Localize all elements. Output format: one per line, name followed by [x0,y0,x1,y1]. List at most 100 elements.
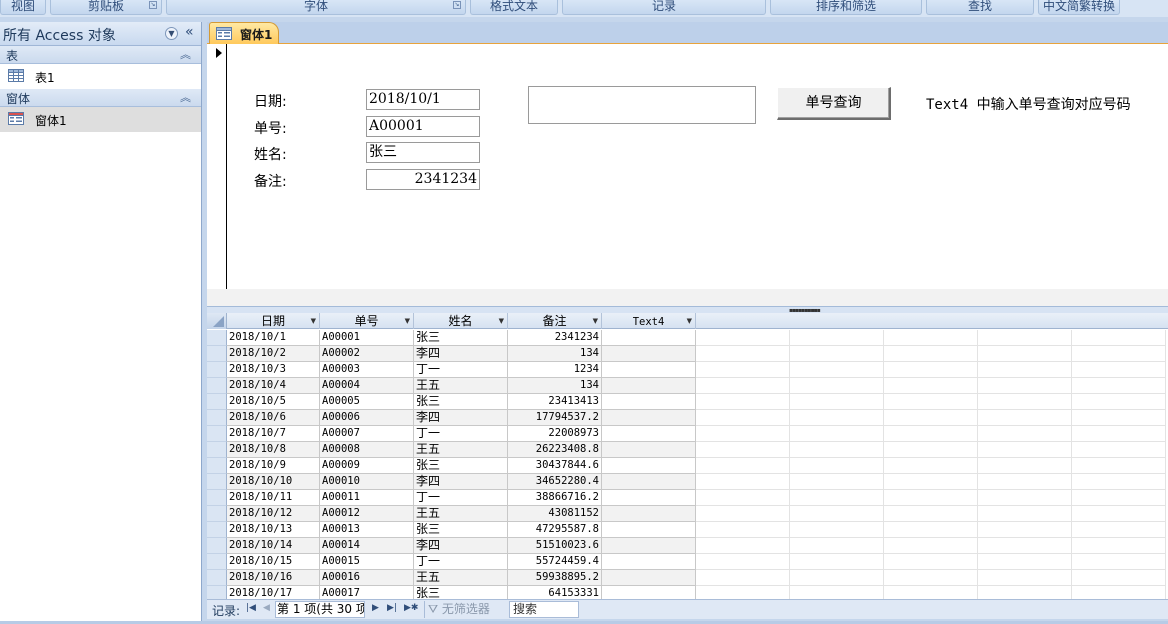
ribbon-group-chinese-conversion[interactable]: 中文简繁转换 [1038,0,1120,15]
table-row[interactable]: 2018/10/14 A00014 李四 51510023.6 [207,538,1168,554]
table-cell[interactable]: 李四 [414,538,508,554]
dialog-launcher-icon[interactable]: ↘ [453,1,461,9]
table-cell[interactable] [602,442,696,458]
row-selector[interactable] [207,442,227,458]
table-cell[interactable]: A00009 [320,458,414,474]
query-number-button[interactable]: 单号查询 [777,87,891,120]
table-cell[interactable] [602,346,696,362]
chevron-down-icon[interactable]: ▼ [499,313,504,329]
table-cell[interactable] [602,410,696,426]
table-cell[interactable]: A00012 [320,506,414,522]
table-row[interactable]: 2018/10/8 A00008 王五 26223408.8 [207,442,1168,458]
table-cell[interactable]: 2018/10/15 [227,554,320,570]
table-cell[interactable]: 张三 [414,458,508,474]
nav-pane-header[interactable]: 所有 Access 对象 ▼ « [0,22,201,46]
chevron-down-icon[interactable]: ▼ [593,313,598,329]
table-row[interactable]: 2018/10/2 A00002 李四 134 [207,346,1168,362]
row-selector[interactable] [207,570,227,586]
search-input[interactable]: 搜索 [509,601,579,618]
table-cell[interactable]: 张三 [414,522,508,538]
table-cell[interactable]: 22008973 [508,426,602,442]
filter-status[interactable]: ⛛ 无筛选器 [424,601,502,618]
table-cell[interactable]: 1234 [508,362,602,378]
date-field[interactable]: 2018/10/1 [366,89,480,110]
table-cell[interactable]: 64153331 [508,586,602,599]
table-cell[interactable] [602,490,696,506]
table-cell[interactable]: 34652280.4 [508,474,602,490]
table-cell[interactable] [602,554,696,570]
row-selector[interactable] [207,458,227,474]
row-selector[interactable] [207,346,227,362]
table-cell[interactable]: A00008 [320,442,414,458]
chevron-down-icon[interactable]: ▼ [311,313,316,329]
dialog-launcher-icon[interactable]: ↘ [149,1,157,9]
previous-record-icon[interactable]: ◀ [263,603,270,613]
chevron-down-icon[interactable]: ▼ [687,313,692,329]
new-record-icon[interactable]: ▶✱ [404,603,418,613]
last-record-icon[interactable]: ▶| [387,603,397,613]
split-form-splitter[interactable]: ▪▪▪▪▪▪▪▪▪▪ [207,306,1168,314]
table-cell[interactable] [602,330,696,346]
table-cell[interactable]: 43081152 [508,506,602,522]
table-cell[interactable]: A00011 [320,490,414,506]
table-cell[interactable]: 王五 [414,378,508,394]
table-row[interactable]: 2018/10/17 A00017 张三 64153331 [207,586,1168,599]
table-row[interactable]: 2018/10/13 A00013 张三 47295587.8 [207,522,1168,538]
column-header[interactable]: Text4 ▼ [602,313,696,329]
row-selector[interactable] [207,538,227,554]
table-cell[interactable]: 2018/10/8 [227,442,320,458]
table-row[interactable]: 2018/10/10 A00010 李四 34652280.4 [207,474,1168,490]
table-cell[interactable]: 丁一 [414,554,508,570]
table-cell[interactable]: 王五 [414,570,508,586]
record-selector[interactable] [207,44,227,289]
row-selector[interactable] [207,378,227,394]
table-row[interactable]: 2018/10/12 A00012 王五 43081152 [207,506,1168,522]
table-cell[interactable]: 2341234 [508,330,602,346]
name-field[interactable]: 张三 [366,142,480,163]
tab-form1[interactable]: 窗体1 [209,22,279,44]
row-selector[interactable] [207,394,227,410]
row-selector[interactable] [207,490,227,506]
table-cell[interactable]: 张三 [414,586,508,599]
nav-item-form1[interactable]: 窗体1 [0,107,201,132]
record-counter[interactable]: 第 1 项(共 30 项 [275,601,365,618]
table-cell[interactable]: 2018/10/16 [227,570,320,586]
table-cell[interactable]: 2018/10/13 [227,522,320,538]
table-cell[interactable] [602,474,696,490]
table-cell[interactable] [602,586,696,599]
ribbon-group-records[interactable]: 记录 [562,0,766,15]
table-cell[interactable]: A00001 [320,330,414,346]
ribbon-group-font[interactable]: 字体 ↘ [166,0,466,15]
table-cell[interactable]: 丁一 [414,362,508,378]
row-selector[interactable] [207,474,227,490]
table-cell[interactable]: A00002 [320,346,414,362]
ribbon-group-clipboard[interactable]: 剪贴板 ↘ [50,0,162,15]
table-cell[interactable] [602,506,696,522]
row-selector[interactable] [207,426,227,442]
chevron-up-double-icon[interactable]: ︽ [180,89,191,105]
chevron-down-icon[interactable]: ▼ [405,313,410,329]
chevron-up-double-icon[interactable]: ︽ [180,46,191,62]
table-cell[interactable]: A00005 [320,394,414,410]
table-cell[interactable]: 51510023.6 [508,538,602,554]
table-cell[interactable]: 丁一 [414,426,508,442]
table-cell[interactable]: 2018/10/7 [227,426,320,442]
table-cell[interactable]: 李四 [414,474,508,490]
table-cell[interactable]: 王五 [414,442,508,458]
table-cell[interactable]: 23413413 [508,394,602,410]
table-cell[interactable]: 2018/10/9 [227,458,320,474]
table-row[interactable]: 2018/10/3 A00003 丁一 1234 [207,362,1168,378]
table-cell[interactable]: 134 [508,346,602,362]
nav-group-tables[interactable]: 表 ︽ [0,46,201,64]
collapse-pane-icon[interactable]: « [185,24,194,40]
table-cell[interactable]: 2018/10/5 [227,394,320,410]
table-cell[interactable]: 59938895.2 [508,570,602,586]
table-row[interactable]: 2018/10/9 A00009 张三 30437844.6 [207,458,1168,474]
nav-group-forms[interactable]: 窗体 ︽ [0,89,201,107]
table-row[interactable]: 2018/10/11 A00011 丁一 38866716.2 [207,490,1168,506]
row-selector[interactable] [207,330,227,346]
number-field[interactable]: A00001 [366,116,480,137]
table-cell[interactable] [602,570,696,586]
table-cell[interactable] [602,522,696,538]
table-cell[interactable] [602,426,696,442]
